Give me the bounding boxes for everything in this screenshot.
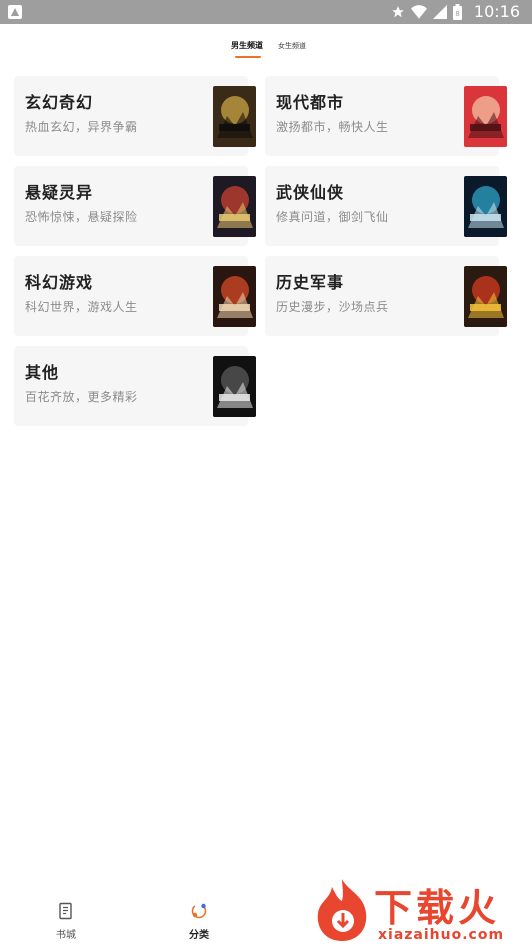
flame-icon [317, 879, 367, 941]
category-card-xuanhuan[interactable]: 玄幻奇幻 热血玄幻，异界争霸 [14, 76, 256, 156]
clock: 10:16 [473, 2, 520, 21]
tab-female-channel[interactable]: 女生频道 [278, 41, 306, 51]
nav-bookstore[interactable]: 书城 [36, 902, 96, 941]
category-subtitle: 科幻世界，游戏人生 [25, 300, 138, 314]
book-cover [213, 86, 256, 147]
watermark-logo: 下载火 xiazaihuo.com [312, 873, 532, 946]
nav-label: 分类 [189, 930, 209, 941]
category-title: 玄幻奇幻 [25, 93, 94, 112]
category-card-wuxia[interactable]: 武侠仙侠 修真问道，御剑飞仙 [265, 166, 507, 246]
book-cover [464, 266, 507, 327]
category-subtitle: 激扬都市，畅快人生 [276, 120, 389, 134]
category-subtitle: 恐怖惊悚，悬疑探险 [25, 210, 138, 224]
category-title: 科幻游戏 [25, 273, 94, 292]
svg-text:8: 8 [455, 10, 459, 18]
book-icon [59, 902, 72, 920]
book-cover [464, 86, 507, 147]
nav-category[interactable]: 分类 [169, 902, 229, 941]
category-card-xuanyi[interactable]: 悬疑灵异 恐怖惊悚，悬疑探险 [14, 166, 256, 246]
active-tab-indicator [235, 56, 261, 58]
category-card-lishi[interactable]: 历史军事 历史漫步，沙场点兵 [265, 256, 507, 336]
battery-icon: 8 [453, 4, 462, 20]
watermark-brand: 下载火 [374, 886, 501, 930]
book-cover [464, 176, 507, 237]
category-title: 悬疑灵异 [25, 183, 94, 202]
notification-icon [8, 5, 22, 19]
category-subtitle: 热血玄幻，异界争霸 [25, 120, 138, 134]
status-icons: 8 [391, 4, 462, 20]
book-cover [213, 356, 256, 417]
category-icon [191, 903, 207, 919]
category-card-dushi[interactable]: 现代都市 激扬都市，畅快人生 [265, 76, 507, 156]
category-subtitle: 历史漫步，沙场点兵 [276, 300, 389, 314]
category-card-kehuan[interactable]: 科幻游戏 科幻世界，游戏人生 [14, 256, 256, 336]
wifi-icon [411, 5, 427, 19]
category-title: 历史军事 [276, 273, 345, 292]
book-cover [213, 176, 256, 237]
category-title: 其他 [25, 363, 60, 382]
nav-label: 书城 [56, 930, 76, 941]
watermark-url: xiazaihuo.com [378, 927, 505, 943]
category-title: 武侠仙侠 [276, 183, 345, 202]
book-cover [213, 266, 256, 327]
category-subtitle: 修真问道，御剑飞仙 [276, 210, 389, 224]
signal-icon [433, 5, 447, 19]
category-subtitle: 百花齐放，更多精彩 [25, 390, 138, 404]
category-card-other[interactable]: 其他 百花齐放，更多精彩 [14, 346, 256, 426]
tab-male-channel[interactable]: 男生频道 [231, 40, 263, 51]
channel-tabs: 男生频道 女生频道 [0, 36, 532, 66]
star-icon [392, 6, 404, 18]
status-bar: 8 10:16 [0, 0, 532, 24]
category-title: 现代都市 [276, 93, 345, 112]
